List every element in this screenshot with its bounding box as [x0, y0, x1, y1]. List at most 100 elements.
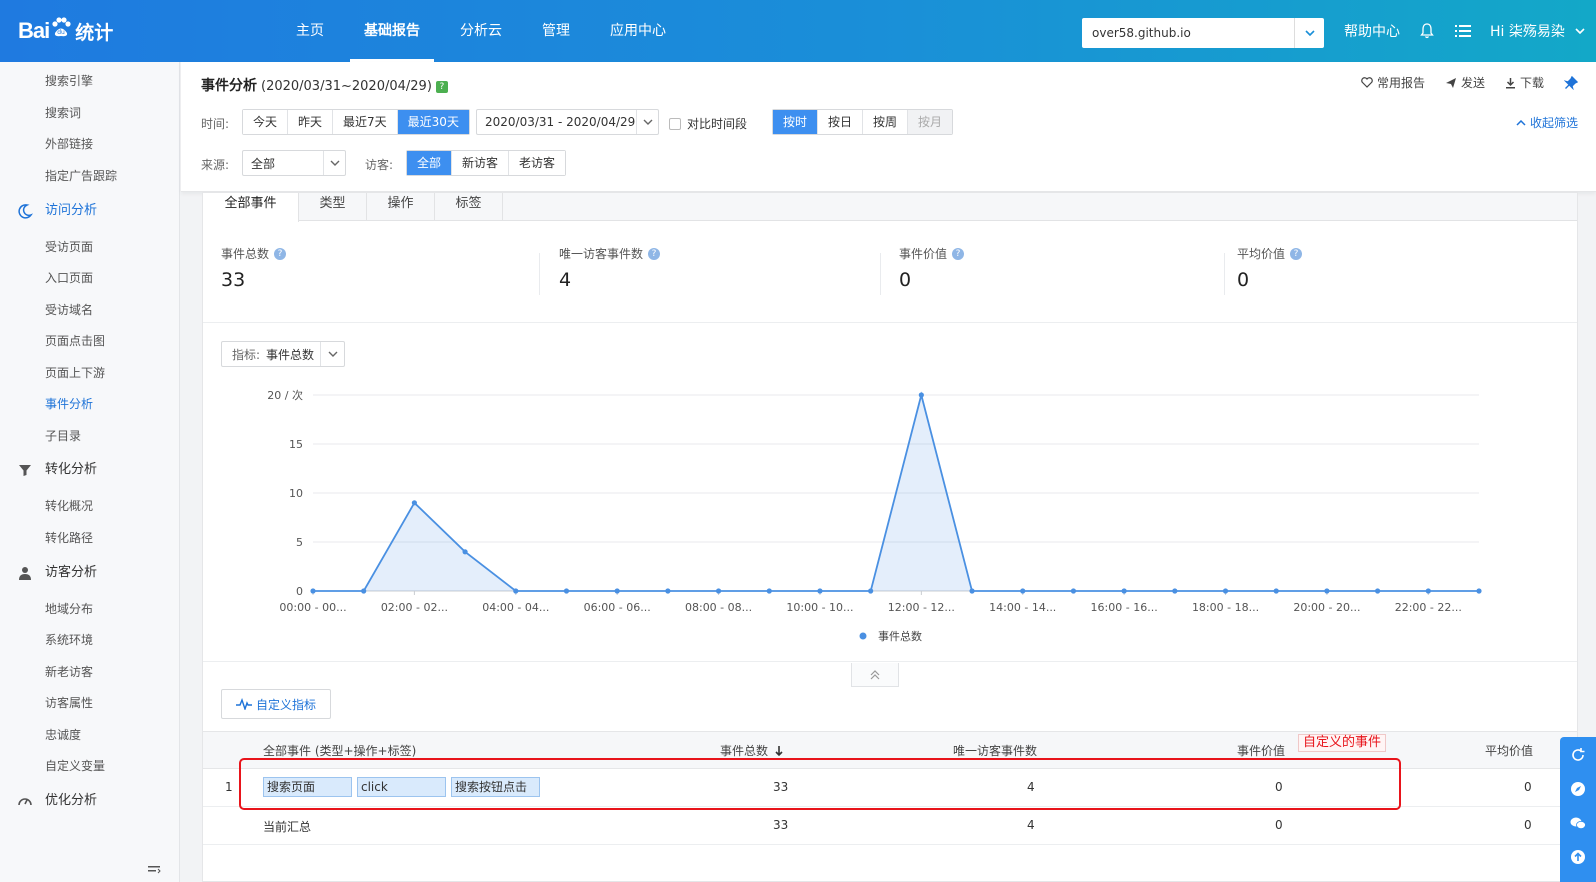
- sidebar-item-region[interactable]: 地域分布: [0, 596, 179, 622]
- compass-icon[interactable]: [1568, 779, 1588, 798]
- sidebar-item-custom-variables[interactable]: 自定义变量: [0, 753, 179, 779]
- sidebar-group-visit-analysis[interactable]: 访问分析: [0, 198, 179, 224]
- data-point: [1476, 588, 1482, 594]
- bell-icon[interactable]: [1418, 22, 1436, 40]
- date-range-picker[interactable]: 2020/03/31 - 2020/04/29: [476, 109, 659, 135]
- granularity-week-button[interactable]: 按周: [863, 110, 909, 134]
- nav-home[interactable]: 主页: [282, 0, 338, 62]
- sidebar-item-search-engine[interactable]: 搜索引擎: [0, 68, 179, 94]
- nav-app-center[interactable]: 应用中心: [596, 0, 680, 62]
- nav-analysis-cloud[interactable]: 分析云: [446, 0, 516, 62]
- favorite-report-button[interactable]: 常用报告: [1361, 74, 1425, 91]
- summary-value: 0: [1275, 818, 1283, 832]
- collapse-filter-button[interactable]: 收起筛选: [1516, 114, 1578, 131]
- help-icon[interactable]: ?: [648, 247, 661, 260]
- sidebar-item-page-flow[interactable]: 页面上下游: [0, 360, 179, 386]
- pin-button[interactable]: [1564, 75, 1582, 90]
- moon-icon: [18, 204, 33, 219]
- tab-label[interactable]: 标签: [435, 193, 503, 221]
- sidebar-item-loyalty[interactable]: 忠诚度: [0, 722, 179, 748]
- user-menu[interactable]: Hi 柒殇易染: [1490, 21, 1565, 41]
- visitor-all-button[interactable]: 全部: [407, 151, 453, 175]
- list-icon[interactable]: [1454, 22, 1472, 40]
- sidebar-item-conversion-path[interactable]: 转化路径: [0, 525, 179, 551]
- data-point: [715, 588, 722, 594]
- sidebar-group-conversion[interactable]: 转化分析: [0, 457, 179, 483]
- tab-all-events[interactable]: 全部事件: [203, 193, 299, 222]
- metric-label: 指标:: [232, 347, 261, 362]
- download-button[interactable]: 下载: [1505, 74, 1544, 91]
- col-header-unique[interactable]: 唯一访客事件数: [953, 742, 1037, 759]
- data-point: [614, 588, 620, 594]
- time-30days-button[interactable]: 最近30天: [397, 110, 469, 134]
- kpi-label-text: 唯一访客事件数: [559, 247, 644, 261]
- x-tick-label: 22:00 - 22...: [1395, 601, 1462, 614]
- time-7days-button[interactable]: 最近7天: [333, 110, 398, 134]
- site-select[interactable]: over58.github.io: [1082, 18, 1324, 48]
- sort-down-icon[interactable]: [774, 745, 784, 757]
- tab-type[interactable]: 类型: [299, 193, 367, 221]
- sidebar-group-visitor-analysis[interactable]: 访客分析: [0, 560, 179, 586]
- data-point: [969, 588, 975, 594]
- custom-metric-label: 自定义指标: [256, 697, 317, 712]
- user-chevron-down-icon[interactable]: [1571, 22, 1589, 40]
- sidebar-item-entry-pages[interactable]: 入口页面: [0, 265, 179, 291]
- nav-basic-report[interactable]: 基础报告: [350, 0, 434, 62]
- help-badge-icon[interactable]: ?: [435, 81, 448, 93]
- report-card: 全部事件 类型 操作 标签 事件总数? 33 唯一访客事件数? 4 事件价值? …: [202, 192, 1578, 882]
- top-bar: Bai du 统计 主页 基础报告 分析云 管理 应用中心 over58.git…: [0, 0, 1596, 62]
- filter-panel: 事件分析 (2020/03/31~2020/04/29)? 常用报告 发送 下载 …: [181, 62, 1596, 192]
- time-shortcut-group: 今天 昨天 最近7天 最近30天: [242, 109, 470, 135]
- time-today-button[interactable]: 今天: [243, 110, 289, 134]
- pin-icon: [1564, 75, 1578, 90]
- collapse-sidebar-icon[interactable]: [146, 862, 162, 878]
- sidebar-item-subdirectory[interactable]: 子目录: [0, 423, 179, 449]
- nav-manage[interactable]: 管理: [528, 0, 584, 62]
- custom-metric-button[interactable]: 自定义指标: [221, 689, 332, 719]
- sidebar-item-click-map[interactable]: 页面点击图: [0, 328, 179, 354]
- wechat-icon[interactable]: [1568, 814, 1588, 833]
- sidebar-item-ad-tracking[interactable]: 指定广告跟踪: [0, 163, 179, 189]
- y-tick-label: 20 / 次: [267, 388, 303, 402]
- compare-period-checkbox[interactable]: 对比时间段: [669, 115, 747, 132]
- tab-action[interactable]: 操作: [367, 193, 435, 221]
- y-tick-label: 5: [296, 536, 303, 549]
- col-header-event: 全部事件 (类型+操作+标签): [263, 744, 417, 758]
- baidu-tongji-logo[interactable]: Bai du 统计: [18, 14, 128, 48]
- sidebar-group-optimization[interactable]: 优化分析: [0, 788, 179, 814]
- collapse-chart-button[interactable]: [851, 663, 899, 687]
- visitor-returning-button[interactable]: 老访客: [509, 151, 566, 175]
- sidebar-item-event-analysis[interactable]: 事件分析: [0, 391, 179, 417]
- y-tick-label: 10: [289, 487, 303, 500]
- x-tick-label: 00:00 - 00...: [279, 601, 346, 614]
- help-icon[interactable]: ?: [274, 247, 287, 260]
- chevron-down-icon[interactable]: [1294, 18, 1324, 48]
- col-header-total[interactable]: 事件总数: [720, 742, 784, 759]
- granularity-hour-button[interactable]: 按时: [773, 110, 819, 134]
- col-header-avg[interactable]: 平均价值: [1485, 742, 1533, 759]
- sidebar-item-conversion-overview[interactable]: 转化概况: [0, 493, 179, 519]
- help-icon[interactable]: ?: [952, 247, 965, 260]
- help-icon[interactable]: ?: [1290, 247, 1303, 260]
- help-center-link[interactable]: 帮助中心: [1344, 21, 1400, 41]
- data-point: [310, 588, 316, 594]
- time-yesterday-button[interactable]: 昨天: [288, 110, 334, 134]
- sidebar-item-search-words[interactable]: 搜索词: [0, 100, 179, 126]
- checkbox-box[interactable]: [669, 117, 681, 130]
- send-button[interactable]: 发送: [1445, 74, 1485, 91]
- sidebar-item-visited-domains[interactable]: 受访域名: [0, 297, 179, 323]
- sidebar-item-visitor-attributes[interactable]: 访客属性: [0, 690, 179, 716]
- sidebar-item-new-returning[interactable]: 新老访客: [0, 659, 179, 685]
- metric-select[interactable]: 指标: 事件总数: [221, 341, 346, 367]
- source-select[interactable]: 全部: [242, 150, 346, 176]
- col-header-value[interactable]: 事件价值: [1237, 742, 1285, 759]
- visitor-new-button[interactable]: 新访客: [452, 151, 510, 175]
- kpi-label: 平均价值?: [1237, 245, 1303, 262]
- granularity-day-button[interactable]: 按日: [818, 110, 864, 134]
- sidebar-item-external-links[interactable]: 外部链接: [0, 131, 179, 157]
- kpi-divider: [1224, 253, 1225, 295]
- sidebar-item-visited-pages[interactable]: 受访页面: [0, 234, 179, 260]
- sidebar-item-system-env[interactable]: 系统环境: [0, 627, 179, 653]
- refresh-icon[interactable]: [1568, 745, 1588, 764]
- back-to-top-icon[interactable]: [1568, 848, 1588, 867]
